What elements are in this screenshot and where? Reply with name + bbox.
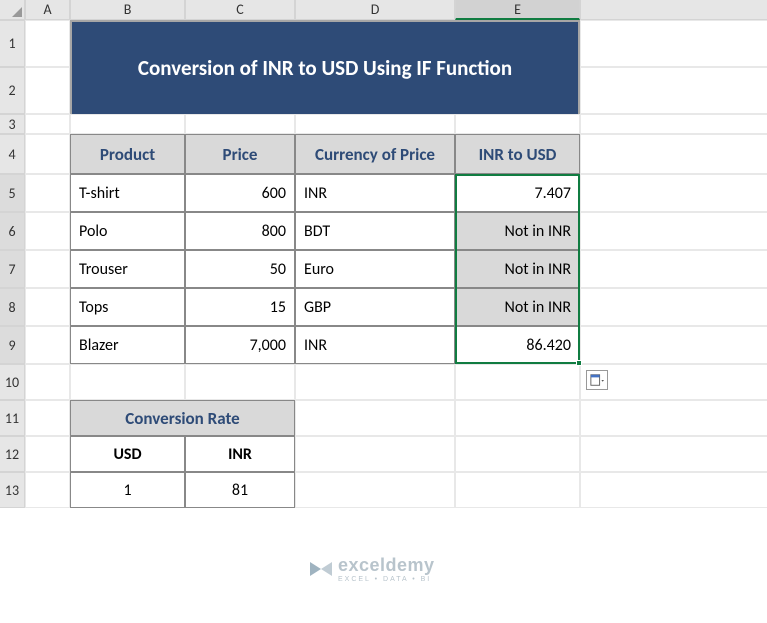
row-header-11[interactable]: 11 <box>0 400 25 436</box>
row-header-4[interactable]: 4 <box>0 134 25 174</box>
cell[interactable] <box>25 250 70 288</box>
table-cell[interactable]: INR <box>295 174 455 212</box>
cell[interactable] <box>25 436 70 472</box>
table-header[interactable]: Product <box>70 134 185 174</box>
table-cell[interactable]: 15 <box>185 288 295 326</box>
cell[interactable] <box>25 174 70 212</box>
row-header-8[interactable]: 8 <box>0 288 25 326</box>
table-cell[interactable]: 50 <box>185 250 295 288</box>
row-header-2[interactable]: 2 <box>0 67 25 114</box>
cell[interactable] <box>580 288 767 326</box>
table-cell[interactable]: GBP <box>295 288 455 326</box>
table-cell[interactable]: 800 <box>185 212 295 250</box>
cell[interactable] <box>455 400 580 436</box>
table-cell[interactable]: Trouser <box>70 250 185 288</box>
table-cell[interactable]: Not in INR <box>455 288 580 326</box>
cell[interactable] <box>25 400 70 436</box>
table-header[interactable]: INR to USD <box>455 134 580 174</box>
conversion-header[interactable]: INR <box>185 436 295 472</box>
column-header-b[interactable]: B <box>70 0 185 20</box>
table-cell[interactable]: 86.420 <box>455 326 580 364</box>
conversion-header[interactable]: USD <box>70 436 185 472</box>
page-title: Conversion of INR to USD Using IF Functi… <box>70 20 580 114</box>
row-header-5[interactable]: 5 <box>0 174 25 212</box>
cell[interactable] <box>580 134 767 174</box>
conversion-value[interactable]: 1 <box>70 472 185 508</box>
table-cell[interactable]: Blazer <box>70 326 185 364</box>
table-cell[interactable]: Tops <box>70 288 185 326</box>
table-cell[interactable]: Euro <box>295 250 455 288</box>
cell[interactable] <box>25 20 70 67</box>
table-cell[interactable]: 7.407 <box>455 174 580 212</box>
cell[interactable] <box>295 472 455 508</box>
cell[interactable] <box>25 364 70 400</box>
cell[interactable] <box>295 436 455 472</box>
column-header-d[interactable]: D <box>295 0 455 20</box>
cell[interactable] <box>580 326 767 364</box>
table-cell[interactable]: INR <box>295 326 455 364</box>
watermark-name: exceldemy <box>338 555 435 576</box>
cell[interactable] <box>580 212 767 250</box>
cell[interactable] <box>455 114 580 134</box>
cell[interactable] <box>580 67 767 114</box>
cell[interactable] <box>455 364 580 400</box>
column-header-e[interactable]: E <box>455 0 580 20</box>
column-header-c[interactable]: C <box>185 0 295 20</box>
watermark-tagline: EXCEL • DATA • BI <box>338 576 435 583</box>
cell[interactable] <box>455 436 580 472</box>
autofill-options-button[interactable] <box>586 370 608 390</box>
cell[interactable] <box>25 134 70 174</box>
cell[interactable] <box>70 364 185 400</box>
select-all-corner[interactable] <box>0 0 25 20</box>
autofill-options-icon <box>590 373 604 387</box>
cell[interactable] <box>455 472 580 508</box>
cell[interactable] <box>580 436 767 472</box>
conversion-value[interactable]: 81 <box>185 472 295 508</box>
table-cell[interactable]: Not in INR <box>455 250 580 288</box>
row-header-12[interactable]: 12 <box>0 436 25 472</box>
cell[interactable] <box>25 326 70 364</box>
row-header-1[interactable]: 1 <box>0 20 25 67</box>
table-cell[interactable]: BDT <box>295 212 455 250</box>
row-header-7[interactable]: 7 <box>0 250 25 288</box>
table-cell[interactable]: T-shirt <box>70 174 185 212</box>
watermark: exceldemy EXCEL • DATA • BI <box>310 555 435 583</box>
cell[interactable] <box>25 114 70 134</box>
cell[interactable] <box>580 250 767 288</box>
cell[interactable] <box>580 400 767 436</box>
cell[interactable] <box>25 472 70 508</box>
cell[interactable] <box>580 472 767 508</box>
table-header[interactable]: Price <box>185 134 295 174</box>
column-header-a[interactable]: A <box>25 0 70 20</box>
watermark-logo-icon <box>310 558 332 580</box>
cell[interactable] <box>580 114 767 134</box>
row-header-13[interactable]: 13 <box>0 472 25 508</box>
cell[interactable] <box>580 20 767 67</box>
cell[interactable] <box>580 364 767 400</box>
cell[interactable] <box>25 288 70 326</box>
cell[interactable] <box>70 114 185 134</box>
row-header-3[interactable]: 3 <box>0 114 25 134</box>
cell[interactable] <box>295 400 455 436</box>
row-header-6[interactable]: 6 <box>0 212 25 250</box>
cell[interactable] <box>295 364 455 400</box>
cell[interactable] <box>25 212 70 250</box>
conversion-title[interactable]: Conversion Rate <box>70 400 295 436</box>
table-cell[interactable]: 7,000 <box>185 326 295 364</box>
cell[interactable] <box>185 364 295 400</box>
cell[interactable] <box>580 174 767 212</box>
cell[interactable] <box>295 114 455 134</box>
table-cell[interactable]: Polo <box>70 212 185 250</box>
row-header-9[interactable]: 9 <box>0 326 25 364</box>
table-cell[interactable]: 600 <box>185 174 295 212</box>
table-header[interactable]: Currency of Price <box>295 134 455 174</box>
cell[interactable] <box>25 67 70 114</box>
column-header-overflow[interactable] <box>580 0 767 20</box>
table-cell[interactable]: Not in INR <box>455 212 580 250</box>
cell[interactable] <box>185 114 295 134</box>
row-header-10[interactable]: 10 <box>0 364 25 400</box>
fill-handle[interactable] <box>576 360 582 366</box>
